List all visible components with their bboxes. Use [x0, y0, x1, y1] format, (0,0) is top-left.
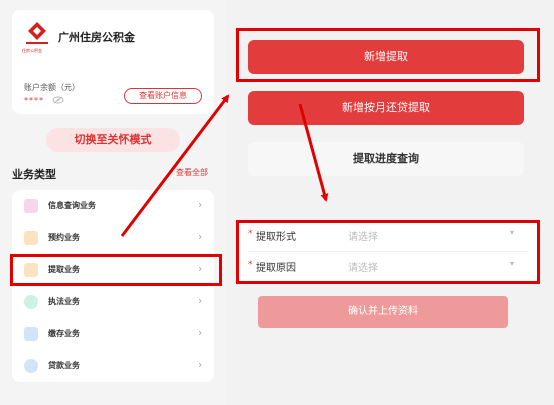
annotation-highlight-box	[236, 220, 540, 284]
home-panel: 住房公积金 广州住房公积金 账户余额（元） **** 查看账户信息 切换至关怀模…	[0, 0, 226, 405]
care-mode-button[interactable]: 切换至关怀模式	[46, 128, 180, 152]
annotation-highlight-box	[236, 28, 540, 82]
annotation-highlight-box	[10, 254, 222, 286]
enforcement-icon	[24, 295, 38, 309]
chevron-right-icon: ›	[198, 198, 203, 211]
eye-hidden-icon[interactable]	[52, 96, 64, 104]
deposit-icon	[24, 327, 38, 341]
screen: 住房公积金 广州住房公积金 账户余额（元） **** 查看账户信息 切换至关怀模…	[0, 0, 554, 405]
chevron-right-icon: ›	[198, 230, 203, 243]
business-section-title: 业务类型	[12, 168, 56, 181]
chevron-right-icon: ›	[198, 358, 203, 371]
business-item-label: 预约业务	[48, 233, 80, 242]
business-item-label: 执法业务	[48, 297, 80, 306]
business-item-label: 信息查询业务	[48, 201, 96, 210]
business-item-loan[interactable]: 贷款业务 ›	[12, 350, 214, 382]
business-item-label: 贷款业务	[48, 361, 80, 370]
account-card: 住房公积金 广州住房公积金 账户余额（元） **** 查看账户信息	[12, 10, 214, 114]
balance-masked-value: ****	[24, 96, 44, 105]
housing-fund-logo-icon	[26, 22, 48, 44]
fund-name: 广州住房公积金	[58, 31, 135, 44]
business-item-info-query[interactable]: 信息查询业务 ›	[12, 190, 214, 222]
appointment-icon	[24, 231, 38, 245]
view-all-link[interactable]: 查看全部	[176, 167, 208, 178]
monthly-repay-withdraw-button[interactable]: 新增按月还贷提取	[248, 91, 524, 125]
withdraw-progress-query-button[interactable]: 提取进度查询	[248, 142, 524, 176]
business-item-appointment[interactable]: 预约业务 ›	[12, 222, 214, 254]
balance-label: 账户余额（元）	[24, 83, 80, 92]
business-item-deposit[interactable]: 缴存业务 ›	[12, 318, 214, 350]
business-item-label: 缴存业务	[48, 329, 80, 338]
business-list: 信息查询业务 › 预约业务 › 提取业务 › 执法业务 › 缴存业务 › 贷款业…	[12, 190, 214, 382]
business-item-enforcement[interactable]: 执法业务 ›	[12, 286, 214, 318]
chevron-right-icon: ›	[198, 294, 203, 307]
withdraw-panel: 新增提取 新增按月还贷提取 提取进度查询 * 提取形式 请选择 ▾ * 提取原因…	[226, 0, 554, 405]
loan-icon	[24, 359, 38, 373]
info-query-icon	[24, 199, 38, 213]
confirm-upload-button[interactable]: 确认并上传资料	[258, 296, 508, 328]
chevron-right-icon: ›	[198, 326, 203, 339]
view-account-button[interactable]: 查看账户信息	[124, 88, 202, 104]
logo-caption: 住房公积金	[22, 48, 42, 53]
